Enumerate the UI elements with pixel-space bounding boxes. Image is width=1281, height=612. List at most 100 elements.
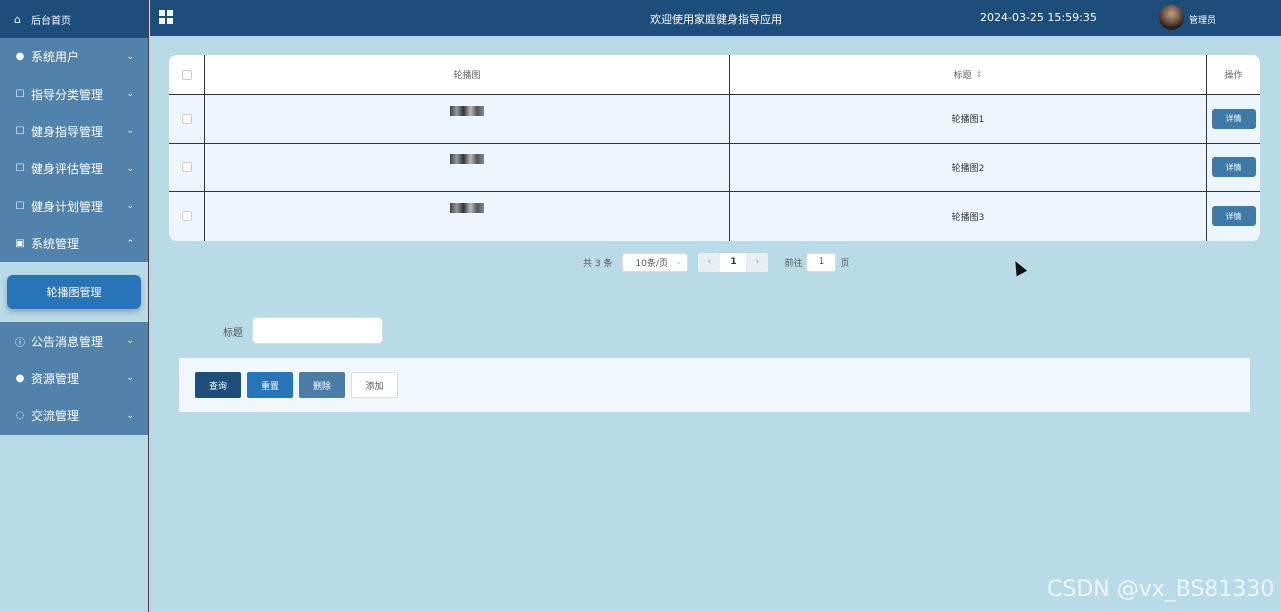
chevron-left-icon: ‹ (707, 257, 712, 267)
edit-icon: ☐ (15, 163, 25, 175)
row-checkbox[interactable] (181, 211, 192, 222)
sidebar-item-2[interactable]: ☐ 健身指导管理 ⌄ (0, 112, 148, 151)
sidebar-item-label: 健身计划管理 (31, 199, 104, 214)
chevron-down-icon: ⌄ (126, 51, 134, 62)
carousel-thumbnail[interactable] (450, 203, 484, 214)
table-body: 轮播图1 详情 轮播图2 详情 轮播图3 详情 (169, 95, 1260, 241)
detail-button[interactable]: 详情 (1211, 108, 1256, 129)
current-page[interactable]: 1 (720, 252, 747, 272)
row-title-cell: 轮播图3 (730, 192, 1207, 241)
row-actions-cell: 详情 (1207, 144, 1260, 192)
sidebar-item-6[interactable]: ⓘ 公告消息管理 ⌄ (0, 322, 148, 360)
pagination: 共 3 条 10条/页 ⌄ ‹ 1 › 前往 1 页 (583, 252, 849, 272)
chevron-up-icon: ⌃ (126, 238, 134, 249)
header-cell-actions: 操作 (1207, 55, 1260, 94)
query-button[interactable]: 查询 (195, 372, 241, 398)
sidebar-menu: ● 系统用户 ⌄ ☐ 指导分类管理 ⌄ ☐ 健身指导管理 ⌄ ☐ 健身评估管理 ⌄ ☐ 健身计划管理 ⌄ ▣ 系… (0, 38, 148, 435)
row-actions-cell: 详情 (1207, 95, 1260, 143)
sidebar-item-label: 系统管理 (31, 237, 80, 252)
select-all-checkbox[interactable] (181, 69, 192, 80)
current-datetime: 2024-03-25 15:59:35 (980, 11, 1097, 24)
delete-button[interactable]: 删除 (299, 372, 345, 398)
table-header-row: 轮播图 标题 ⇕ 操作 (169, 55, 1260, 95)
picture-icon: ▣ (15, 238, 25, 250)
sidebar-item-4[interactable]: ☐ 健身计划管理 ⌄ (0, 187, 148, 225)
mouse-cursor (1010, 258, 1028, 277)
header-cell-title[interactable]: 标题 ⇕ (730, 55, 1207, 94)
sidebar-item-label: 健身指导管理 (31, 124, 104, 139)
detail-button[interactable]: 详情 (1211, 206, 1256, 227)
row-image-cell (205, 95, 730, 143)
avatar[interactable] (1159, 5, 1184, 30)
row-checkbox[interactable] (181, 113, 192, 124)
page-size-select[interactable]: 10条/页 ⌄ (622, 252, 689, 272)
chevron-down-icon: ⌄ (126, 163, 134, 174)
watermark: CSDN @vx_BS81330 (1047, 577, 1275, 602)
action-bar: 查询 重置 删除 添加 (179, 358, 1250, 412)
header-cell-image: 轮播图 (205, 55, 730, 94)
chevron-down-icon: ⌄ (126, 336, 134, 347)
sidebar-item-label: 资源管理 (31, 371, 80, 386)
sidebar-item-label: 系统用户 (31, 50, 80, 65)
carousel-thumbnail[interactable] (450, 105, 484, 116)
edit-icon: ☐ (15, 125, 25, 137)
sidebar-item-0[interactable]: ● 系统用户 ⌄ (0, 38, 148, 76)
sidebar-subitem-carousel[interactable]: 轮播图管理 (7, 275, 141, 310)
sidebar-item-8[interactable]: ◌ 交流管理 ⌄ (0, 397, 148, 435)
chat-icon: ◌ (15, 410, 25, 422)
sidebar-item-5[interactable]: ▣ 系统管理 ⌃ (0, 224, 148, 263)
sidebar-home-label: 后台首页 (31, 15, 71, 27)
top-header: 欢迎使用家庭健身指导应用 2024-03-25 15:59:35 管理员 (150, 0, 1281, 36)
welcome-title: 欢迎使用家庭健身指导应用 (650, 13, 782, 26)
carousel-thumbnail[interactable] (450, 154, 484, 165)
sidebar-item-1[interactable]: ☐ 指导分类管理 ⌄ (0, 75, 148, 113)
location-icon: ● (15, 372, 25, 384)
sidebar-submenu: 轮播图管理 (0, 262, 148, 323)
row-title: 轮播图3 (951, 212, 985, 223)
page-size-value: 10条/页 (635, 258, 668, 269)
row-checkbox[interactable] (181, 162, 192, 173)
sidebar-item-label: 交流管理 (31, 409, 80, 424)
sidebar-item-label: 指导分类管理 (31, 87, 104, 102)
sidebar-home[interactable]: ⌂ 后台首页 (0, 0, 148, 38)
goto-page-input[interactable]: 1 (806, 252, 837, 272)
row-select-cell (169, 95, 205, 143)
sidebar-item-label: 健身评估管理 (31, 162, 104, 177)
table-row[interactable]: 轮播图3 详情 (169, 192, 1260, 241)
chevron-down-icon: ⌄ (126, 201, 134, 212)
table-row[interactable]: 轮播图1 详情 (169, 95, 1260, 144)
sidebar-item-label: 公告消息管理 (31, 334, 104, 349)
row-title: 轮播图1 (951, 115, 985, 126)
info-icon: ⓘ (15, 337, 25, 349)
next-page-button[interactable]: › (746, 252, 769, 272)
sidebar-item-3[interactable]: ☐ 健身评估管理 ⌄ (0, 150, 148, 188)
prev-page-button[interactable]: ‹ (698, 252, 721, 272)
chevron-right-icon: › (755, 257, 760, 267)
column-header-title: 标题 (953, 71, 972, 81)
search-title-label: 标题 (223, 328, 243, 339)
user-name[interactable]: 管理员 (1189, 13, 1216, 26)
reset-button[interactable]: 重置 (247, 372, 293, 398)
chevron-down-icon: ⌄ (126, 126, 134, 137)
row-image-cell (205, 143, 730, 192)
detail-button[interactable]: 详情 (1211, 157, 1256, 178)
sort-icon[interactable]: ⇕ (976, 70, 983, 79)
page-unit-label: 页 (840, 258, 850, 269)
edit-icon: ☐ (15, 88, 25, 100)
sidebar-item-7[interactable]: ● 资源管理 ⌄ (0, 359, 148, 398)
row-title: 轮播图2 (951, 163, 985, 174)
chevron-down-icon: ⌄ (126, 89, 134, 100)
row-image-cell (205, 192, 730, 241)
table-row[interactable]: 轮播图2 详情 (169, 143, 1260, 193)
chevron-down-icon: ⌄ (675, 258, 682, 266)
column-header-image: 轮播图 (453, 71, 481, 81)
row-select-cell (169, 143, 205, 192)
add-button[interactable]: 添加 (351, 372, 398, 398)
edit-icon: ☐ (15, 200, 25, 212)
grid-menu-icon[interactable] (159, 10, 173, 24)
search-title-input[interactable] (252, 317, 383, 344)
row-title-cell: 轮播图2 (730, 143, 1207, 192)
carousel-table: 轮播图 标题 ⇕ 操作 轮播图1 详情 轮播图2 详情 轮播图3 详情 (169, 55, 1260, 241)
pagination-total: 共 3 条 (583, 258, 613, 269)
row-title-cell: 轮播图1 (730, 95, 1207, 143)
